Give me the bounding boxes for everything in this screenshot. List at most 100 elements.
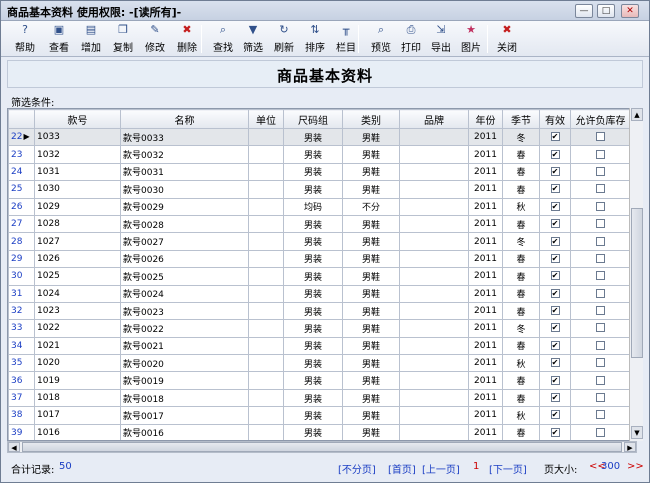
table-row[interactable]: 39 1016 款号0016 男装 男鞋 2011 春 ✔ <box>8 423 631 440</box>
table-row[interactable]: 37 1018 款号0018 男装 男鞋 2011 春 ✔ <box>8 388 631 408</box>
prev-page-link[interactable]: [上一页] <box>422 461 460 476</box>
picture-button[interactable]: ★ 图片 <box>456 23 486 55</box>
columns-button[interactable]: ╥ 栏目 <box>331 23 361 55</box>
print-button[interactable]: ⎙ 打印 <box>396 23 426 55</box>
column-header-name[interactable]: 名称 ▽ <box>120 109 249 129</box>
column-header-year[interactable]: 年份 <box>468 109 503 129</box>
allow-negative-stock-checkbox[interactable] <box>596 306 605 316</box>
table-row[interactable]: 27 1028 款号0028 男装 男鞋 2011 春 ✔ <box>8 214 631 234</box>
minimize-button[interactable]: — <box>575 4 593 18</box>
first-page-link[interactable]: [首页] <box>388 461 416 476</box>
scroll-left-icon[interactable]: ◀ <box>8 442 20 452</box>
category-cell: 男鞋 <box>342 214 400 234</box>
page-size-increase-button[interactable]: >> <box>627 461 644 472</box>
copy-button[interactable]: ❐ 复制 <box>108 23 138 55</box>
valid-checkbox[interactable]: ✔ <box>550 149 560 159</box>
allow-negative-stock-checkbox[interactable] <box>596 393 605 403</box>
valid-checkbox[interactable]: ✔ <box>550 236 560 246</box>
allow-negative-stock-checkbox[interactable] <box>596 358 605 368</box>
table-row[interactable]: 36 1019 款号0019 男装 男鞋 2011 春 ✔ <box>8 371 631 390</box>
column-header-size-group[interactable]: 尺码组 <box>283 109 343 129</box>
toolbar-label: 修改 <box>145 43 165 54</box>
allow-negative-stock-checkbox[interactable] <box>596 340 605 350</box>
valid-checkbox[interactable]: ✔ <box>550 166 560 176</box>
edit-button[interactable]: ✎ 修改 <box>140 23 170 55</box>
maximize-button[interactable]: □ <box>597 4 615 18</box>
column-header-code[interactable]: 款号 <box>34 109 121 129</box>
table-row[interactable]: 23 1032 款号0032 男装 男鞋 2011 春 ✔ <box>8 145 631 164</box>
allow-negative-stock-checkbox[interactable] <box>596 375 605 385</box>
valid-checkbox[interactable]: ✔ <box>550 393 560 403</box>
horizontal-scroll-thumb[interactable] <box>22 442 622 452</box>
allow-negative-stock-checkbox[interactable] <box>596 427 605 437</box>
vertical-scroll-thumb[interactable] <box>631 208 643 358</box>
valid-checkbox[interactable]: ✔ <box>550 271 560 281</box>
allow-negative-stock-checkbox[interactable] <box>596 219 605 229</box>
allow-negative-stock-checkbox[interactable] <box>596 166 605 176</box>
allow-negative-stock-checkbox[interactable] <box>596 253 605 263</box>
close-window-button[interactable]: ✕ <box>621 4 639 18</box>
valid-checkbox[interactable]: ✔ <box>550 253 560 263</box>
column-header-unit[interactable]: 单位 <box>248 109 284 129</box>
allow-negative-stock-checkbox[interactable] <box>596 323 605 333</box>
scroll-up-icon[interactable]: ▲ <box>631 108 643 121</box>
table-row[interactable]: 24 1031 款号0031 男装 男鞋 2011 春 ✔ <box>8 162 631 182</box>
scroll-right-icon[interactable]: ▶ <box>624 442 636 452</box>
allow-negative-stock-checkbox[interactable] <box>596 132 605 142</box>
valid-checkbox[interactable]: ✔ <box>550 288 560 298</box>
valid-checkbox[interactable]: ✔ <box>550 410 560 420</box>
table-row[interactable]: 34 1021 款号0021 男装 男鞋 2011 春 ✔ <box>8 336 631 356</box>
next-page-link[interactable]: [下一页] <box>489 461 527 476</box>
scroll-down-icon[interactable]: ▼ <box>631 426 643 439</box>
valid-checkbox[interactable]: ✔ <box>550 358 560 368</box>
table-row[interactable]: 31 1024 款号0024 男装 男鞋 2011 春 ✔ <box>8 284 631 303</box>
search-button[interactable]: ⌕ 查找 <box>208 23 238 55</box>
view-button[interactable]: ▣ 查看 <box>44 23 74 55</box>
no-paging-link[interactable]: [不分页] <box>338 461 376 476</box>
table-row[interactable]: 28 1027 款号0027 男装 男鞋 2011 冬 ✔ <box>8 232 631 251</box>
allow-negative-stock-checkbox[interactable] <box>596 410 605 420</box>
preview-button[interactable]: ⌕ 预览 <box>366 23 396 55</box>
vertical-scrollbar[interactable]: ▲ ▼ <box>629 108 643 441</box>
allow-negative-stock-checkbox[interactable] <box>596 288 605 298</box>
table-row[interactable]: 38 1017 款号0017 男装 男鞋 2011 秋 ✔ <box>8 406 631 425</box>
valid-checkbox[interactable]: ✔ <box>550 184 560 194</box>
table-row[interactable]: 26 1029 款号0029 均码 不分 2011 秋 ✔ <box>8 197 631 216</box>
column-header-allow-negative-stock[interactable]: 允许负库存 <box>570 109 631 129</box>
allow-negative-stock-checkbox[interactable] <box>596 201 605 211</box>
delete-button[interactable]: ✖ 删除 <box>172 23 202 55</box>
valid-checkbox[interactable]: ✔ <box>550 323 560 333</box>
allow-negative-stock-checkbox[interactable] <box>596 149 605 159</box>
sort-button[interactable]: ⇅ 排序 <box>300 23 330 55</box>
column-header-season[interactable]: 季节 <box>502 109 540 129</box>
add-button[interactable]: ▤ 增加 <box>76 23 106 55</box>
horizontal-scrollbar[interactable]: ◀ ▶ <box>7 441 637 453</box>
help-button[interactable]: ? 帮助 <box>10 23 40 55</box>
valid-checkbox[interactable]: ✔ <box>550 201 560 211</box>
table-row[interactable]: 30 1025 款号0025 男装 男鞋 2011 春 ✔ <box>8 267 631 286</box>
close-button[interactable]: ✖ 关闭 <box>492 23 522 55</box>
valid-checkbox[interactable]: ✔ <box>550 427 560 437</box>
row-number: 23 <box>8 145 35 164</box>
allow-negative-stock-checkbox[interactable] <box>596 271 605 281</box>
valid-checkbox[interactable]: ✔ <box>550 306 560 316</box>
table-row[interactable]: 32 1023 款号0023 男装 男鞋 2011 春 ✔ <box>8 301 631 321</box>
valid-checkbox[interactable]: ✔ <box>550 375 560 385</box>
valid-checkbox[interactable]: ✔ <box>550 340 560 350</box>
filter-button[interactable]: ▼ 筛选 <box>238 23 268 55</box>
export-button[interactable]: ⇲ 导出 <box>426 23 456 55</box>
valid-checkbox[interactable]: ✔ <box>550 132 560 142</box>
column-header-valid[interactable]: 有效 <box>539 109 571 129</box>
allow-negative-stock-checkbox[interactable] <box>596 236 605 246</box>
valid-checkbox[interactable]: ✔ <box>550 219 560 229</box>
table-row[interactable]: 35 1020 款号0020 男装 男鞋 2011 秋 ✔ <box>8 354 631 373</box>
allow-negative-stock-checkbox[interactable] <box>596 184 605 194</box>
table-row[interactable]: 22▶ 1033 款号0033 男装 男鞋 2011 冬 ✔ <box>8 127 631 147</box>
refresh-button[interactable]: ↻ 刷新 <box>269 23 299 55</box>
table-row[interactable]: 25 1030 款号0030 男装 男鞋 2011 春 ✔ <box>8 180 631 199</box>
column-header-brand[interactable]: 品牌 <box>399 109 469 129</box>
table-row[interactable]: 33 1022 款号0022 男装 男鞋 2011 冬 ✔ <box>8 319 631 338</box>
column-header-category[interactable]: 类别 <box>342 109 400 129</box>
name-cell: 款号0027 <box>120 232 249 251</box>
table-row[interactable]: 29 1026 款号0026 男装 男鞋 2011 春 ✔ <box>8 249 631 269</box>
